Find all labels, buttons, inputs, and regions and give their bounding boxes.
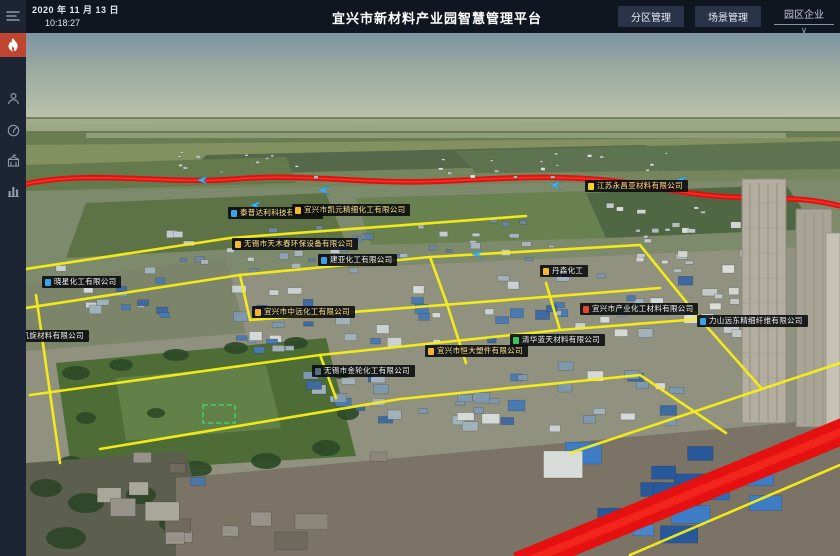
page-title: 宜兴市新材料产业园智慧管理平台 bbox=[332, 8, 542, 27]
company-marker-icon bbox=[700, 318, 706, 325]
company-label-text: 宜兴市产业化工材料有限公司 bbox=[592, 303, 693, 315]
fire-monitor-button[interactable] bbox=[0, 33, 26, 57]
company-label-text: 清华蓝天材料有限公司 bbox=[522, 334, 600, 346]
company-label-text: 宜兴市凯元精细化工有限公司 bbox=[304, 204, 405, 216]
company-label-text: 丹森化工 bbox=[552, 265, 583, 277]
company-label-text: 无锡市金轮化工有限公司 bbox=[324, 365, 410, 377]
chevron-down-icon: ∨ bbox=[774, 26, 834, 34]
company-marker-icon bbox=[583, 306, 589, 313]
park-enterprise-dropdown-label: 园区企业 bbox=[774, 6, 834, 25]
company-label-text: 江苏永昌亚材料有限公司 bbox=[597, 180, 683, 192]
personnel-button[interactable] bbox=[0, 87, 26, 109]
company-label-text: 宜兴市中远化工有限公司 bbox=[264, 306, 350, 318]
factory-icon bbox=[7, 154, 20, 167]
company-marker-icon bbox=[315, 368, 321, 375]
company-label[interactable]: 晓星化工有限公司 bbox=[42, 276, 121, 288]
left-sidebar bbox=[0, 0, 26, 556]
datetime-block: 2020 年 11 月 13 日 10:18:27 bbox=[32, 3, 119, 28]
hamburger-icon bbox=[6, 10, 20, 22]
company-marker-icon bbox=[255, 309, 261, 316]
company-label[interactable]: 江苏永昌亚材料有限公司 bbox=[585, 180, 688, 192]
menu-toggle-button[interactable] bbox=[0, 5, 26, 27]
map-viewport[interactable]: 江苏永昌亚材料有限公司泰普达利科技有限公司宜兴市凯元精细化工有限公司无锡市天木春… bbox=[26, 33, 840, 556]
top-bar-actions: 分区管理 场景管理 园区企业 ∨ bbox=[607, 6, 834, 34]
top-bar: 2020 年 11 月 13 日 10:18:27 宜兴市新材料产业园智慧管理平… bbox=[0, 0, 840, 33]
company-label[interactable]: 建亚化工有限公司 bbox=[318, 254, 397, 266]
flame-icon bbox=[7, 38, 19, 52]
company-label[interactable]: 宜兴市产业化工材料有限公司 bbox=[580, 303, 698, 315]
company-label[interactable]: 宜兴市凯旋材料有限公司 bbox=[26, 330, 89, 342]
statistics-button[interactable] bbox=[0, 179, 26, 201]
company-label-text: 无锡市天木春环保设备有限公司 bbox=[244, 238, 353, 250]
gauge-icon bbox=[7, 124, 20, 137]
app-root: 2020 年 11 月 13 日 10:18:27 宜兴市新材料产业园智慧管理平… bbox=[0, 0, 840, 556]
company-label[interactable]: 力山远东精细纤维有限公司 bbox=[697, 315, 808, 327]
company-label-text: 力山远东精细纤维有限公司 bbox=[709, 315, 803, 327]
company-marker-icon bbox=[295, 207, 301, 214]
enterprises-button[interactable] bbox=[0, 149, 26, 171]
company-label-text: 宜兴市恒大塑件有限公司 bbox=[437, 345, 523, 357]
company-label[interactable]: 宜兴市恒大塑件有限公司 bbox=[425, 345, 528, 357]
company-marker-icon bbox=[235, 241, 241, 248]
company-label-text: 晓星化工有限公司 bbox=[54, 276, 116, 288]
company-marker-icon bbox=[321, 257, 327, 264]
company-marker-icon bbox=[45, 279, 51, 286]
company-marker-icon bbox=[428, 348, 434, 355]
company-label[interactable]: 宜兴市中远化工有限公司 bbox=[252, 306, 355, 318]
park-enterprise-dropdown[interactable]: 园区企业 ∨ bbox=[774, 6, 834, 34]
zone-management-button[interactable]: 分区管理 bbox=[618, 6, 684, 27]
date-label: 2020 年 11 月 13 日 bbox=[32, 3, 119, 16]
company-label-text: 建亚化工有限公司 bbox=[330, 254, 392, 266]
company-label[interactable]: 丹森化工 bbox=[540, 265, 588, 277]
company-marker-icon bbox=[513, 337, 519, 344]
company-labels-layer: 江苏永昌亚材料有限公司泰普达利科技有限公司宜兴市凯元精细化工有限公司无锡市天木春… bbox=[26, 33, 840, 556]
bar-chart-icon bbox=[7, 184, 20, 197]
monitor-gauge-button[interactable] bbox=[0, 119, 26, 141]
company-marker-icon bbox=[543, 268, 549, 275]
company-label-text: 宜兴市凯旋材料有限公司 bbox=[26, 330, 84, 342]
company-label[interactable]: 无锡市天木春环保设备有限公司 bbox=[232, 238, 358, 250]
time-label: 10:18:27 bbox=[45, 18, 119, 28]
company-marker-icon bbox=[588, 183, 594, 190]
scene-management-button[interactable]: 场景管理 bbox=[695, 6, 761, 27]
company-label[interactable]: 宜兴市凯元精细化工有限公司 bbox=[292, 204, 410, 216]
company-marker-icon bbox=[231, 210, 237, 217]
company-label[interactable]: 无锡市金轮化工有限公司 bbox=[312, 365, 415, 377]
person-icon bbox=[7, 92, 20, 105]
